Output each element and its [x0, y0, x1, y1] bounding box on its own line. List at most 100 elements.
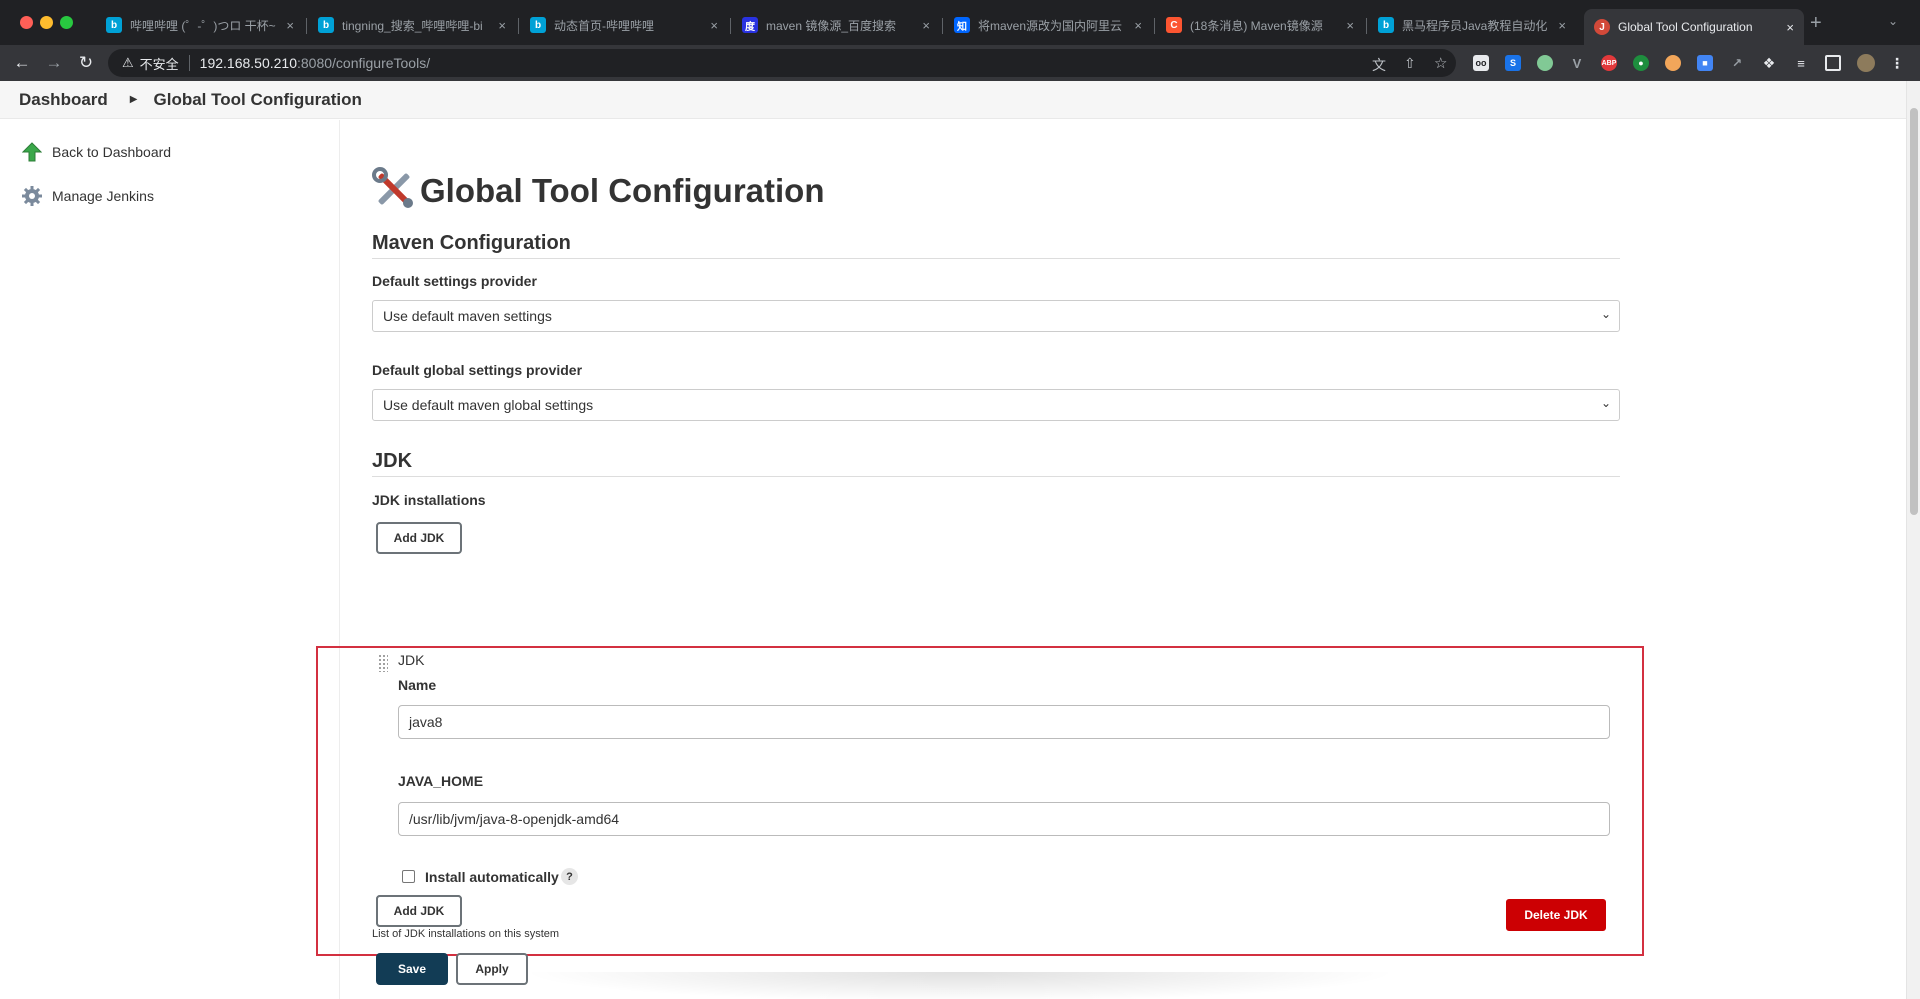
drag-handle-icon[interactable] — [378, 654, 388, 672]
tab-search-icon[interactable]: ⌄ — [1888, 14, 1898, 28]
tab-divider — [518, 18, 519, 34]
jdk-installations-label: JDK installations — [372, 492, 486, 508]
jenkins-icon: J — [1594, 19, 1610, 35]
bookmark-star-icon[interactable]: ☆ — [1434, 54, 1447, 72]
jdk-section-title: JDK — [372, 450, 1620, 477]
browser-tab-strip: b 哔哩哔哩 (゜-゜)つロ 干杯~ × b tingning_搜索_哔哩哔哩-… — [0, 0, 1920, 45]
bilibili-icon: b — [1378, 17, 1394, 33]
jdk-name-value: java8 — [409, 714, 443, 730]
browser-tab[interactable]: b 动态首页-哔哩哔哩 × — [520, 11, 728, 39]
java-home-label: JAVA_HOME — [398, 773, 484, 789]
tab-close-icon[interactable]: × — [1558, 18, 1566, 33]
url-host: 192.168.50.210 — [199, 55, 297, 71]
close-window-button[interactable] — [20, 16, 33, 29]
install-automatically-checkbox[interactable] — [402, 870, 415, 883]
settings-provider-select[interactable]: Use default maven settings ⌄ — [372, 300, 1620, 332]
address-bar[interactable]: ⚠ 不安全 192.168.50.210:8080/configureTools… — [108, 49, 1456, 77]
url-divider — [188, 55, 190, 71]
tab-close-icon[interactable]: × — [286, 18, 294, 33]
ext-face-icon[interactable] — [1665, 55, 1681, 71]
ext-green-icon[interactable]: ● — [1633, 55, 1649, 71]
reading-list-icon[interactable]: ≡ — [1793, 55, 1809, 71]
reload-icon[interactable]: ↻ — [74, 51, 98, 75]
apply-button[interactable]: Apply — [456, 953, 528, 985]
tab-divider — [1366, 18, 1367, 34]
help-icon[interactable]: ? — [561, 868, 578, 885]
csdn-icon: C — [1166, 17, 1182, 33]
sidepanel-icon[interactable] — [1825, 55, 1841, 71]
page-heading: Global Tool Configuration — [420, 171, 825, 209]
up-arrow-icon — [20, 140, 44, 164]
breadcrumb-chevron-icon[interactable]: ▶ — [130, 94, 138, 105]
delete-jdk-button[interactable]: Delete JDK — [1506, 899, 1606, 931]
back-arrow-icon[interactable]: ← — [10, 51, 34, 75]
ext-v-icon[interactable]: V — [1569, 55, 1585, 71]
puzzle-icon[interactable]: ❖ — [1761, 55, 1777, 71]
jdk-entry-header: JDK — [398, 652, 425, 668]
add-jdk-button[interactable]: Add JDK — [376, 522, 462, 554]
scrollbar[interactable] — [1906, 81, 1920, 999]
sidebar-item-back-to-dashboard[interactable]: Back to Dashboard — [20, 140, 171, 164]
sidebar-item-label: Manage Jenkins — [52, 188, 154, 204]
page-viewport: Dashboard ▶ Global Tool Configuration Ba… — [0, 81, 1920, 999]
jdk-entry-highlight — [316, 646, 1644, 956]
tab-divider — [942, 18, 943, 34]
java-home-input[interactable]: /usr/lib/jvm/java-8-openjdk-amd64 — [398, 802, 1610, 836]
minimize-window-button[interactable] — [40, 16, 53, 29]
browser-tab[interactable]: 度 maven 镜像源_百度搜索 × — [732, 11, 940, 39]
url-path: :8080/configureTools/ — [297, 55, 431, 71]
ext-arrow-icon[interactable]: ↗ — [1729, 55, 1745, 71]
share-icon[interactable]: ⇧ — [1404, 55, 1416, 72]
tab-close-icon[interactable]: × — [1346, 18, 1354, 33]
jdk-name-label: Name — [398, 677, 437, 693]
translate-icon[interactable]: 文 — [1372, 55, 1386, 75]
breadcrumb: Dashboard ▶ Global Tool Configuration — [0, 81, 1906, 119]
browser-tab[interactable]: b 黑马程序员Java教程自动化 × — [1368, 11, 1576, 39]
baidu-icon: 度 — [742, 17, 758, 33]
browser-tab[interactable]: 知 将maven源改为国内阿里云 × — [944, 11, 1152, 39]
scrollbar-thumb[interactable] — [1910, 108, 1918, 515]
browser-toolbar: ← → ↻ ⚠ 不安全 192.168.50.210:8080/configur… — [0, 45, 1920, 81]
settings-provider-value: Use default maven settings — [383, 308, 552, 324]
gear-icon — [20, 184, 44, 208]
ext-blue-icon[interactable]: ■ — [1697, 55, 1713, 71]
browser-tab[interactable]: C (18条消息) Maven镜像源 × — [1156, 11, 1364, 39]
bilibili-icon: b — [318, 17, 334, 33]
tab-divider — [730, 18, 731, 34]
browser-tab[interactable]: b tingning_搜索_哔哩哔哩-bi × — [308, 11, 516, 39]
forward-arrow-icon[interactable]: → — [42, 51, 66, 75]
tools-icon — [372, 167, 416, 214]
tab-close-icon[interactable]: × — [498, 18, 506, 33]
global-settings-provider-label: Default global settings provider — [372, 362, 583, 378]
global-settings-provider-select[interactable]: Use default maven global settings ⌄ — [372, 389, 1620, 421]
adblock-icon[interactable]: ABP — [1601, 55, 1617, 71]
add-jdk-button-second[interactable]: Add JDK — [376, 895, 462, 927]
new-tab-button[interactable]: + — [1810, 12, 1822, 35]
tab-close-icon[interactable]: × — [922, 18, 930, 33]
jdk-name-input[interactable]: java8 — [398, 705, 1610, 739]
chevron-down-icon: ⌄ — [1600, 307, 1611, 321]
tab-divider — [306, 18, 307, 34]
ext-eye-icon[interactable]: oo — [1473, 55, 1489, 71]
java-home-value: /usr/lib/jvm/java-8-openjdk-amd64 — [409, 811, 620, 827]
warning-triangle-icon[interactable]: ⚠ — [122, 55, 134, 71]
tab-close-icon[interactable]: × — [1786, 20, 1794, 35]
browser-menu-icon[interactable]: ⋮ — [1889, 55, 1905, 71]
bilibili-icon: b — [530, 17, 546, 33]
ext-circle-icon[interactable] — [1537, 55, 1553, 71]
install-automatically-label[interactable]: Install automatically — [425, 869, 559, 885]
tab-close-icon[interactable]: × — [1134, 18, 1142, 33]
maximize-window-button[interactable] — [60, 16, 73, 29]
breadcrumb-current[interactable]: Global Tool Configuration — [154, 90, 362, 110]
breadcrumb-dashboard[interactable]: Dashboard — [19, 90, 108, 110]
profile-avatar[interactable] — [1857, 54, 1875, 72]
save-button[interactable]: Save — [376, 953, 448, 985]
settings-provider-label: Default settings provider — [372, 273, 537, 289]
ext-s-icon[interactable]: S — [1505, 55, 1521, 71]
not-secure-label[interactable]: 不安全 — [140, 54, 179, 73]
browser-tab-active[interactable]: J Global Tool Configuration × — [1584, 9, 1804, 45]
global-settings-provider-value: Use default maven global settings — [383, 397, 594, 413]
tab-close-icon[interactable]: × — [710, 18, 718, 33]
browser-tab[interactable]: b 哔哩哔哩 (゜-゜)つロ 干杯~ × — [96, 11, 304, 39]
sidebar-item-manage-jenkins[interactable]: Manage Jenkins — [20, 184, 154, 208]
